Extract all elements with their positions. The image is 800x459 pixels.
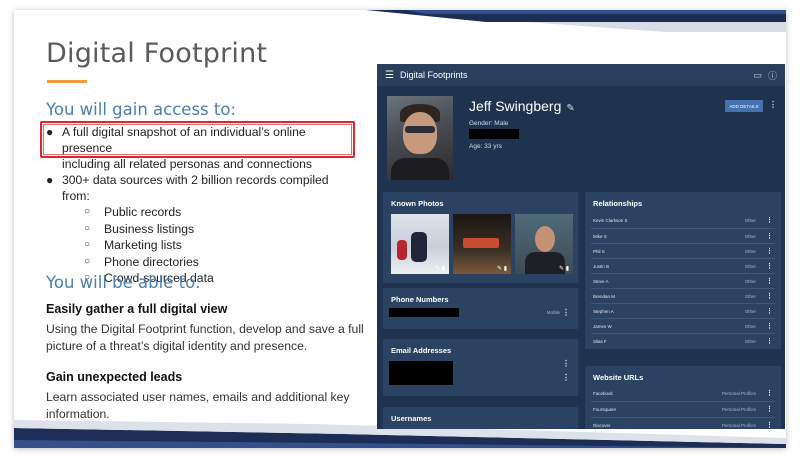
pencil-icon[interactable]: ✎ (559, 266, 564, 272)
more-icon[interactable]: ⋮ (766, 337, 773, 345)
more-icon[interactable]: ⋮ (766, 262, 773, 270)
more-icon[interactable]: ⋮ (769, 100, 777, 109)
gain-access-heading: You will gain access to: (46, 100, 237, 119)
known-photo[interactable]: ✎ ▮ (453, 214, 511, 274)
circle-bullet-icon: ○ (84, 222, 91, 234)
trash-icon[interactable]: ▮ (504, 266, 507, 272)
list-item: ● 300+ data sources with 2 billion recor… (46, 173, 329, 203)
more-icon[interactable]: ⋮ (766, 405, 773, 413)
highlight-box-inner (43, 124, 352, 155)
more-icon[interactable]: ⋮ (766, 216, 773, 224)
list-item[interactable]: Brendan M Other ⋮ (593, 289, 773, 303)
list-item[interactable]: Justin B Other ⋮ (593, 259, 773, 273)
trash-icon[interactable]: ▮ (442, 266, 445, 272)
circle-bullet-icon: ○ (84, 239, 91, 251)
usernames-panel: Usernames (383, 407, 578, 429)
chat-icon[interactable]: ▭ (753, 70, 762, 81)
point2-text-line1: Learn associated user names, emails and … (46, 390, 350, 404)
more-icon[interactable]: ⋮ (766, 421, 773, 429)
more-icon[interactable]: ⋮ (766, 307, 773, 315)
photo-action-icons: ✎ ▮ (435, 265, 445, 272)
list-item[interactable]: Discover Personal Profiles ⋮ (593, 418, 773, 429)
circle-bullet-icon: ○ (84, 206, 91, 217)
panel-title: Relationships (593, 199, 643, 208)
more-icon[interactable]: ⋮ (562, 373, 570, 382)
list-item: ○ Public records (84, 205, 182, 219)
list-item[interactable]: Stephen A Other ⋮ (593, 304, 773, 318)
point1-text-line1: Using the Digital Footprint function, de… (46, 322, 364, 336)
circle-bullet-icon: ○ (84, 255, 91, 267)
list-item: ○ Business listings (84, 221, 195, 236)
photo-action-icons: ✎ ▮ (497, 265, 507, 272)
app-title: Digital Footprints (399, 70, 468, 80)
profile-age: Age: 33 yrs (469, 143, 502, 150)
point1-heading: Easily gather a full digital view (46, 302, 228, 316)
phone-type: Mobile (546, 310, 560, 315)
app-screenshot: ☰ Digital Footprints ▭ ⓘ Jeff Swingberg ✎… (377, 64, 785, 429)
list-item[interactable]: Mike S Other ⋮ (593, 229, 773, 243)
pencil-icon[interactable]: ✎ (435, 266, 440, 272)
panel-title: Known Photos (391, 199, 444, 208)
redacted-phone (389, 308, 459, 317)
known-photo[interactable]: ✎ ▮ (515, 214, 573, 274)
slide-title: Digital Footprint (46, 38, 268, 69)
pencil-icon[interactable]: ✎ (566, 103, 574, 114)
presentation-slide: Digital Footprint You will gain access t… (14, 10, 786, 448)
list-item[interactable]: Kevin Clarkson S Other ⋮ (593, 213, 773, 227)
panel-title: Phone Numbers (391, 295, 449, 304)
more-icon[interactable]: ⋮ (562, 308, 570, 317)
list-item: ○ Marketing lists (84, 238, 182, 253)
list-item: including all related personas and conne… (62, 157, 313, 171)
redacted-field (469, 129, 519, 139)
point2-heading: Gain unexpected leads (46, 370, 183, 384)
panel-title: Email Addresses (391, 346, 452, 355)
list-item[interactable]: Phil S Other ⋮ (593, 244, 773, 258)
menu-icon[interactable]: ☰ (385, 70, 394, 81)
more-icon[interactable]: ⋮ (562, 359, 570, 368)
website-urls-panel: Website URLs Facebook Personal Profiles ⋮ … (585, 366, 781, 429)
help-icon[interactable]: ⓘ (768, 69, 777, 82)
pencil-icon[interactable]: ✎ (497, 266, 502, 272)
known-photo[interactable]: ✎ ▮ (391, 214, 449, 274)
trash-icon[interactable]: ▮ (566, 266, 569, 272)
photo-action-icons: ✎ ▮ (559, 265, 569, 272)
top-decoration (366, 10, 786, 32)
profile-gender: Gender: Male (469, 120, 509, 127)
list-item[interactable]: Steve A Other ⋮ (593, 274, 773, 288)
title-underline (47, 80, 87, 83)
list-item[interactable]: Silas F Other ⋮ (593, 334, 773, 348)
more-icon[interactable]: ⋮ (766, 277, 773, 285)
add-details-button[interactable]: ADD DETAILS (725, 100, 763, 112)
redacted-email (389, 361, 453, 385)
point1-text-line2: picture of a threat’s digital identity a… (46, 339, 308, 353)
more-icon[interactable]: ⋮ (766, 232, 773, 240)
relationships-panel: Relationships Kevin Clarkson S Other ⋮ Mik… (585, 192, 781, 349)
panel-title: Website URLs (593, 373, 644, 382)
profile-photo (387, 96, 453, 180)
list-item: ○ Phone directories (84, 254, 199, 269)
phone-numbers-panel: Phone Numbers Mobile ⋮ (383, 288, 578, 329)
known-photos-panel: Known Photos ✎ ▮ ✎ ▮ ✎ ▮ (383, 192, 578, 283)
more-icon[interactable]: ⋮ (766, 247, 773, 255)
more-icon[interactable]: ⋮ (766, 292, 773, 300)
profile-name: Jeff Swingberg ✎ (469, 98, 575, 114)
list-item[interactable]: James W Other ⋮ (593, 319, 773, 333)
panel-title: Usernames (391, 414, 432, 423)
able-to-heading: You will be able to: (46, 273, 201, 292)
email-addresses-panel: Email Addresses ⋮ ⋮ (383, 339, 578, 396)
more-icon[interactable]: ⋮ (766, 389, 773, 397)
app-header: ☰ Digital Footprints ▭ ⓘ (377, 64, 785, 86)
list-item[interactable]: Facebook Personal Profiles ⋮ (593, 386, 773, 400)
list-item[interactable]: Foursquare Personal Profiles ⋮ (593, 402, 773, 416)
more-icon[interactable]: ⋮ (766, 322, 773, 330)
bullet-icon: ● (46, 173, 54, 187)
